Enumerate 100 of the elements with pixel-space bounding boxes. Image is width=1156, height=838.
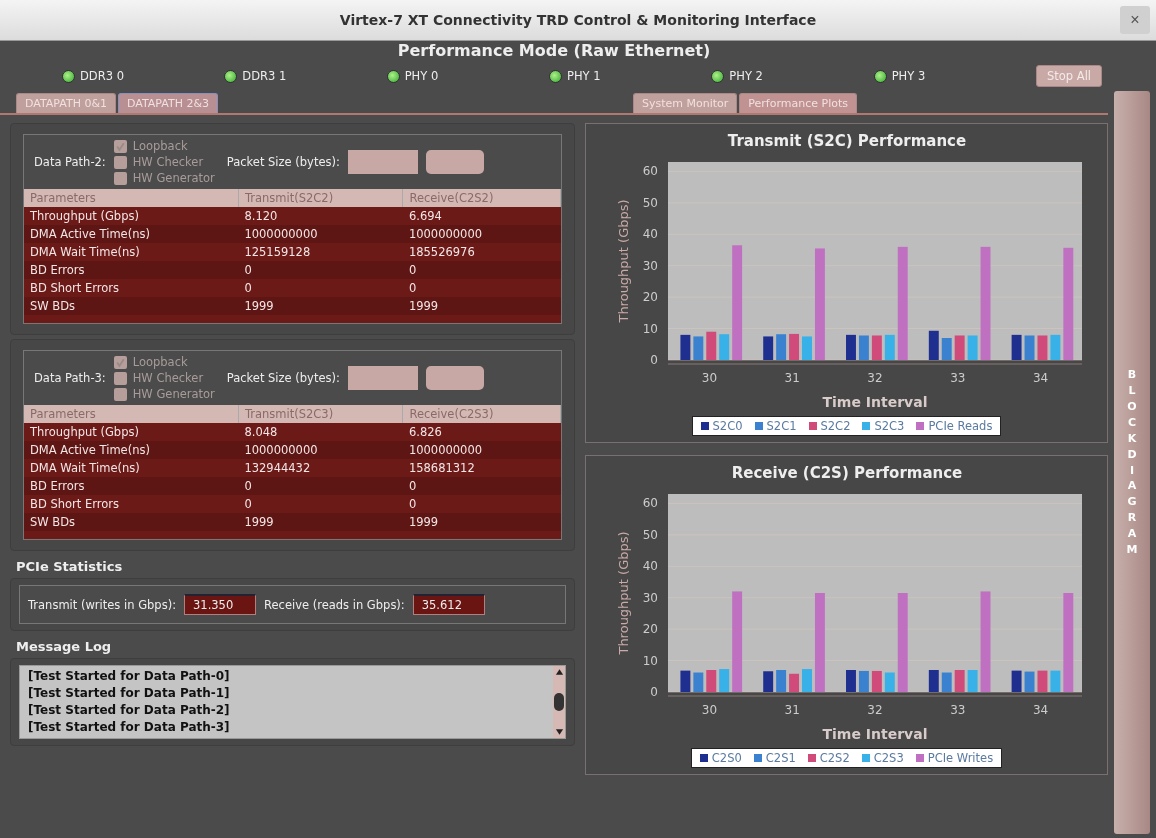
table-cell: 1000000000 (402, 225, 561, 243)
table-cell: 125159128 (238, 243, 403, 261)
y-tick-label: 20 (642, 622, 658, 637)
x-tick-label: 31 (784, 703, 800, 717)
block-diagram-button[interactable]: BLOCK DIAGRAM (1114, 91, 1150, 834)
legend-label: S2C3 (874, 419, 905, 433)
section-heading: PCIe Statistics (15, 558, 124, 574)
led-label: DDR3 0 (80, 69, 124, 83)
legend-label: S2C2 (820, 419, 851, 433)
x-tick-label: 33 (949, 371, 965, 385)
x-tick-label: 33 (949, 703, 965, 717)
tab[interactable]: DATAPATH 2&3 (118, 93, 219, 113)
table-cell: Throughput (Gbps) (24, 423, 239, 441)
table-cell: BD Errors (24, 477, 239, 495)
tab[interactable]: System Monitor (633, 93, 738, 113)
table-cell: 1999 (238, 297, 403, 315)
legend-label: C2S3 (873, 751, 904, 765)
packet-size-field[interactable] (347, 366, 418, 390)
column-header: Transmit(S2C3) (238, 405, 403, 423)
data-path-label: Data Path-2: (34, 155, 106, 169)
legend-label: C2S2 (819, 751, 850, 765)
table-cell: 8.120 (238, 207, 403, 225)
tab[interactable]: DATAPATH 0&1 (16, 93, 116, 113)
table-cell: 8.048 (238, 423, 403, 441)
table-cell: 1999 (238, 513, 403, 531)
column-header: Receive(C2S2) (402, 189, 561, 207)
y-tick-label: 30 (642, 258, 658, 273)
x-axis-label: Time Interval (822, 726, 927, 742)
led-label: PHY 0 (404, 69, 439, 83)
chart-title: Transmit (S2C) Performance (727, 132, 966, 150)
log-line: [Test Started for Data Path-2] (28, 702, 231, 719)
table-cell: BD Errors (24, 261, 239, 279)
table-cell: 185526976 (402, 243, 561, 261)
table-cell: BD Short Errors (24, 279, 239, 297)
receive-label: Receive (reads in Gbps): (264, 597, 405, 612)
x-tick-label: 30 (701, 703, 717, 717)
stop-all-button[interactable]: Stop All (1035, 65, 1103, 87)
y-tick-label: 30 (642, 590, 658, 605)
log-line: [Test Started for Data Path-1] (28, 685, 231, 702)
y-tick-label: 50 (642, 195, 658, 210)
x-tick-label: 34 (1032, 371, 1048, 385)
x-tick-label: 32 (866, 371, 883, 385)
table-cell: 0 (402, 477, 561, 495)
scroll-bar[interactable] (553, 666, 565, 738)
table-cell: SW BDs (24, 513, 239, 531)
section-heading: Message Log (15, 638, 113, 654)
packet-size-field[interactable] (347, 150, 418, 174)
mode-title: Performance Mode (Raw Ethernet) (396, 41, 712, 62)
table-cell: 0 (402, 261, 561, 279)
table-cell: 0 (402, 495, 561, 513)
close-button[interactable]: × (1120, 6, 1150, 34)
table-cell: DMA Wait Time(ns) (24, 243, 239, 261)
led-label: PHY 2 (729, 69, 763, 83)
window-title: Virtex-7 XT Connectivity TRD Control & Monitoring Interface (339, 12, 817, 28)
table-cell: DMA Active Time(ns) (24, 441, 239, 459)
table-cell: 132944432 (238, 459, 403, 477)
data-path-label: Data Path-3: (34, 371, 106, 385)
transmit-label: Transmit (writes in Gbps): (28, 597, 176, 612)
start-button[interactable] (425, 366, 484, 390)
y-tick-label: 40 (642, 559, 658, 574)
y-axis-label: Throughput (Gbps) (615, 199, 631, 323)
x-tick-label: 32 (866, 703, 883, 717)
table-cell: Throughput (Gbps) (24, 207, 239, 225)
x-axis-label: Time Interval (822, 394, 927, 410)
table-cell: DMA Wait Time(ns) (24, 459, 239, 477)
table-cell: BD Short Errors (24, 495, 239, 513)
table-cell: DMA Active Time(ns) (24, 225, 239, 243)
tab[interactable]: Performance Plots (739, 93, 857, 113)
packet-size-label: Packet Size (bytes): (226, 371, 340, 385)
y-tick-label: 20 (642, 290, 658, 305)
table-cell: SW BDs (24, 297, 239, 315)
start-button[interactable] (425, 150, 484, 174)
table-cell: 1000000000 (238, 441, 403, 459)
legend-label: S2C1 (766, 419, 797, 433)
table-cell: 1999 (402, 513, 561, 531)
y-tick-label: 0 (649, 353, 658, 367)
table-cell: 0 (238, 477, 403, 495)
table-cell: 0 (238, 495, 403, 513)
y-tick-label: 0 (649, 685, 658, 699)
table-cell: 6.694 (402, 207, 561, 225)
log-line: [Test Started for Data Path-3] (28, 719, 231, 736)
table-cell: 1000000000 (402, 441, 561, 459)
table-cell: 6.826 (402, 423, 561, 441)
led-label: PHY 1 (567, 69, 601, 83)
column-header: Transmit(S2C2) (238, 189, 403, 207)
table-cell: 158681312 (402, 459, 561, 477)
table-cell: 0 (238, 279, 403, 297)
x-tick-label: 34 (1032, 703, 1048, 717)
legend-label: PCIe Writes (927, 751, 994, 765)
table-cell: 1999 (402, 297, 561, 315)
legend-label: C2S1 (765, 751, 796, 765)
packet-size-label: Packet Size (bytes): (226, 155, 340, 169)
y-tick-label: 40 (642, 227, 658, 242)
x-tick-label: 31 (784, 371, 800, 385)
y-tick-label: 10 (642, 321, 658, 336)
legend-label: S2C0 (712, 419, 743, 433)
y-tick-label: 60 (642, 164, 658, 179)
legend-label: PCIe Reads (928, 419, 993, 433)
led-label: DDR3 1 (242, 69, 287, 83)
y-axis-label: Throughput (Gbps) (615, 531, 631, 655)
